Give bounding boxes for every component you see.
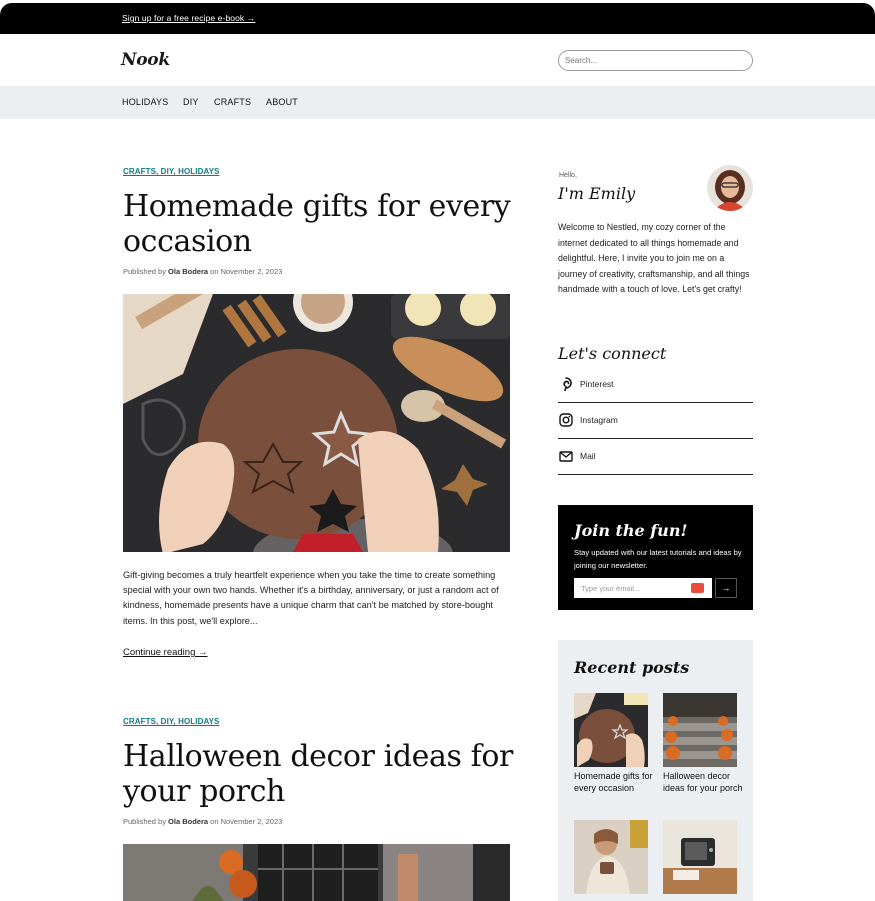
recent-post-title[interactable]: Homemade gifts for every occasion bbox=[574, 771, 654, 794]
greeting-text: Hello, bbox=[559, 172, 577, 179]
post-date: November 2, 2023 bbox=[220, 267, 283, 276]
post-hero-image[interactable] bbox=[123, 294, 510, 552]
post-meta: Published by Ola Bodera on November 2, 2… bbox=[123, 267, 282, 276]
nav-item-crafts[interactable]: CRAFTS bbox=[214, 97, 251, 107]
autofill-icon[interactable] bbox=[691, 583, 704, 593]
post-categories[interactable]: CRAFTS, DIY, HOLIDAYS bbox=[123, 167, 219, 176]
newsletter-box: Join the fun! Stay updated with our late… bbox=[558, 505, 753, 610]
main-nav: HOLIDAYS DIY CRAFTS ABOUT bbox=[0, 86, 875, 119]
promo-link[interactable]: Sign up for a free recipe e-book → bbox=[122, 13, 255, 23]
social-label: Instagram bbox=[580, 415, 618, 425]
social-label: Mail bbox=[580, 451, 596, 461]
recent-post-thumbnail[interactable] bbox=[574, 693, 648, 767]
author-name-heading: I'm Emily bbox=[558, 184, 636, 203]
author-bio: Welcome to Nestled, my cozy corner of th… bbox=[558, 222, 750, 294]
recent-post-title[interactable]: Halloween decor ideas for your porch bbox=[663, 771, 743, 794]
meta-on: on bbox=[210, 817, 219, 826]
post-categories[interactable]: CRAFTS, DIY, HOLIDAYS bbox=[123, 717, 219, 726]
post-date: November 2, 2023 bbox=[220, 817, 283, 826]
nav-item-holidays[interactable]: HOLIDAYS bbox=[122, 97, 168, 107]
post-title[interactable]: Homemade gifts for every occasion bbox=[123, 189, 513, 259]
recent-post-thumbnail[interactable] bbox=[663, 820, 737, 894]
promo-bar: Sign up for a free recipe e-book → bbox=[0, 3, 875, 34]
connect-heading: Let's connect bbox=[558, 344, 667, 363]
site-logo[interactable]: Nook bbox=[121, 50, 170, 70]
continue-reading-link[interactable]: Continue reading → bbox=[123, 647, 208, 658]
recent-post-thumbnail[interactable] bbox=[574, 820, 648, 894]
nav-item-about[interactable]: ABOUT bbox=[266, 97, 298, 107]
meta-prefix: Published by bbox=[123, 267, 166, 276]
pinterest-icon bbox=[559, 377, 573, 392]
nav-item-diy[interactable]: DIY bbox=[183, 97, 199, 107]
meta-on: on bbox=[210, 267, 219, 276]
mail-icon bbox=[559, 449, 573, 463]
social-label: Pinterest bbox=[580, 379, 614, 389]
search-input[interactable]: Search... bbox=[558, 50, 753, 71]
social-link-mail[interactable]: Mail bbox=[558, 439, 753, 475]
newsletter-submit-button[interactable]: → bbox=[715, 578, 737, 598]
newsletter-text: Stay updated with our latest tutorials a… bbox=[574, 548, 742, 570]
post-hero-image[interactable] bbox=[123, 844, 510, 901]
recent-posts: Recent posts Homemade gifts for every oc… bbox=[558, 640, 753, 901]
post-title[interactable]: Halloween decor ideas for your porch bbox=[123, 739, 513, 809]
recent-posts-heading: Recent posts bbox=[574, 658, 690, 677]
instagram-icon bbox=[559, 413, 573, 427]
social-link-pinterest[interactable]: Pinterest bbox=[558, 367, 753, 403]
newsletter-heading: Join the fun! bbox=[574, 521, 688, 540]
post-excerpt: Gift-giving becomes a truly heartfelt ex… bbox=[123, 570, 499, 626]
social-link-instagram[interactable]: Instagram bbox=[558, 403, 753, 439]
page: Sign up for a free recipe e-book → Nook … bbox=[0, 0, 875, 901]
post-meta: Published by Ola Bodera on November 2, 2… bbox=[123, 817, 282, 826]
recent-post-thumbnail[interactable] bbox=[663, 693, 737, 767]
meta-prefix: Published by bbox=[123, 817, 166, 826]
post-author[interactable]: Ola Bodera bbox=[168, 267, 208, 276]
post-author[interactable]: Ola Bodera bbox=[168, 817, 208, 826]
avatar bbox=[707, 165, 753, 211]
